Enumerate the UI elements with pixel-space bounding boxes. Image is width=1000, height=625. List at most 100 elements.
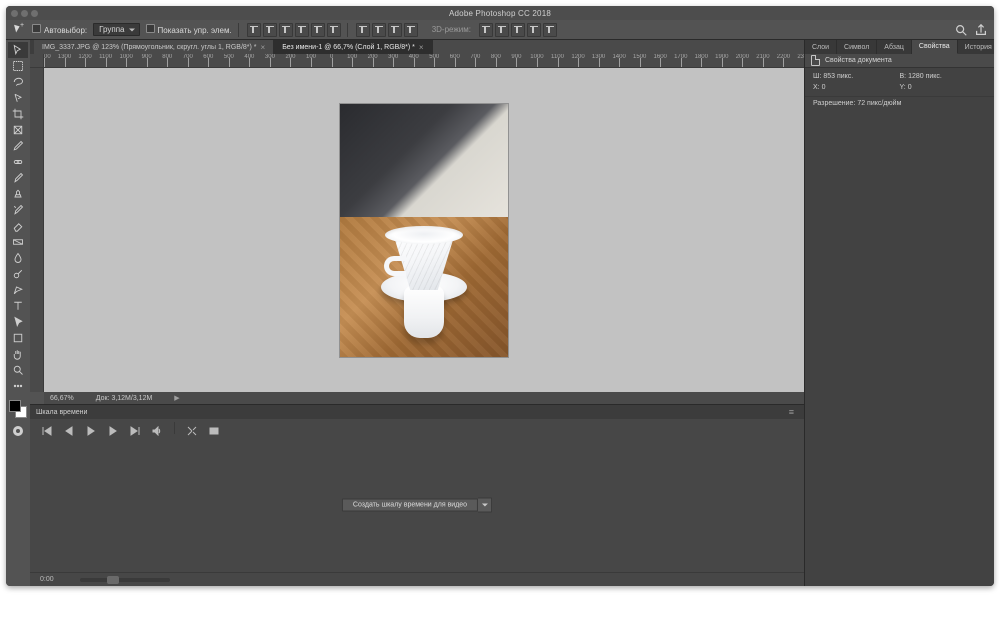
tab-history[interactable]: История: [958, 40, 994, 54]
mode3d-5[interactable]: [543, 23, 557, 37]
align-more-button[interactable]: [404, 23, 418, 37]
move-tool-icon: [12, 23, 26, 37]
tool-crop[interactable]: [8, 106, 28, 122]
distribute-1[interactable]: [356, 23, 370, 37]
right-panel: Слои Символ Абзац Свойства История Канал…: [804, 40, 994, 586]
tab-paragraph[interactable]: Абзац: [877, 40, 912, 54]
timeline-header: Шкала времени ≡: [30, 405, 804, 419]
minimize-window-button[interactable]: [21, 10, 28, 17]
timeline-zoom-out-icon[interactable]: [60, 576, 68, 584]
align-right-button[interactable]: [327, 23, 341, 37]
tool-blur[interactable]: [8, 250, 28, 266]
prop-width[interactable]: Ш: 853 пикс.: [813, 73, 900, 80]
titlebar: Adobe Photoshop CC 2018: [6, 6, 994, 20]
quick-mask-toggle[interactable]: [11, 424, 25, 438]
close-tab-icon[interactable]: ×: [419, 43, 424, 52]
image-background: [340, 104, 508, 218]
align-hcenter-button[interactable]: [311, 23, 325, 37]
tool-spot-heal[interactable]: [8, 154, 28, 170]
mode3d-4[interactable]: [527, 23, 541, 37]
search-button[interactable]: [954, 23, 968, 37]
tool-brush[interactable]: [8, 170, 28, 186]
tool-clone-stamp[interactable]: [8, 186, 28, 202]
maximize-window-button[interactable]: [31, 10, 38, 17]
document-resolution[interactable]: Разрешение: 72 пикс/дюйм: [805, 96, 994, 113]
audio-toggle-button[interactable]: [152, 423, 162, 433]
tab-layers[interactable]: Слои: [805, 40, 837, 54]
tool-quick-select[interactable]: [8, 90, 28, 106]
zoom-level[interactable]: 66,67%: [50, 395, 74, 402]
prop-y[interactable]: Y: 0: [900, 84, 987, 91]
tool-history-brush[interactable]: [8, 202, 28, 218]
timeline-body[interactable]: Создать шкалу времени для видео: [30, 437, 804, 572]
mode3d-1[interactable]: [479, 23, 493, 37]
create-timeline-dropdown[interactable]: [478, 497, 492, 512]
prev-frame-button[interactable]: [64, 423, 74, 433]
first-frame-button[interactable]: [42, 423, 52, 433]
tool-lasso[interactable]: [8, 74, 28, 90]
align-top-button[interactable]: [247, 23, 261, 37]
tool-edit-toolbar[interactable]: [8, 378, 28, 394]
doc-size[interactable]: Док: 3,12M/3,12M: [96, 395, 153, 402]
align-bottom-button[interactable]: [279, 23, 293, 37]
document-tab[interactable]: Без имени-1 @ 66,7% (Слой 1, RGB/8*) * ×: [274, 40, 432, 54]
divider: [238, 23, 239, 37]
canvas-area: 1400130012001100100090080070060050040030…: [30, 54, 804, 404]
canvas-viewport[interactable]: [44, 68, 804, 392]
distribute-3[interactable]: [388, 23, 402, 37]
create-video-timeline-button[interactable]: Создать шкалу времени для видео: [342, 498, 478, 511]
split-clip-button[interactable]: [187, 423, 197, 433]
tool-frame[interactable]: [8, 122, 28, 138]
transition-button[interactable]: [209, 423, 219, 433]
search-icon: [954, 23, 968, 37]
tool-pen[interactable]: [8, 282, 28, 298]
tool-eraser[interactable]: [8, 218, 28, 234]
timeline-title: Шкала времени: [36, 409, 87, 416]
auto-select-mode-dropdown[interactable]: Группа: [93, 23, 139, 36]
ruler-horizontal[interactable]: 1400130012001100100090080070060050040030…: [44, 54, 804, 68]
panel-menu-icon[interactable]: ≡: [785, 407, 798, 417]
slider-handle[interactable]: [107, 576, 119, 584]
prop-x[interactable]: X: 0: [813, 84, 900, 91]
canvas-image[interactable]: [340, 104, 508, 357]
close-tab-icon[interactable]: ×: [261, 43, 266, 52]
tool-shape[interactable]: [8, 330, 28, 346]
tool-gradient[interactable]: [8, 234, 28, 250]
align-vcenter-button[interactable]: [263, 23, 277, 37]
distribute-2[interactable]: [372, 23, 386, 37]
timeline-zoom-in-icon[interactable]: [176, 576, 184, 584]
auto-select-checkbox[interactable]: Автовыбор:: [32, 24, 87, 35]
tab-character[interactable]: Символ: [837, 40, 877, 54]
document-tab-label: IMG_3337.JPG @ 123% (Прямоугольник, скру…: [42, 44, 257, 51]
create-timeline-cta: Создать шкалу времени для видео: [342, 497, 492, 512]
tool-path-select[interactable]: [8, 314, 28, 330]
tool-move[interactable]: [8, 42, 28, 58]
mode3d-3[interactable]: [511, 23, 525, 37]
app-title: Adobe Photoshop CC 2018: [6, 9, 994, 18]
ruler-vertical[interactable]: [30, 68, 44, 392]
foreground-color-swatch[interactable]: [9, 400, 21, 412]
align-left-button[interactable]: [295, 23, 309, 37]
tool-eyedropper[interactable]: [8, 138, 28, 154]
close-window-button[interactable]: [11, 10, 18, 17]
timeline-zoom-slider[interactable]: [80, 578, 170, 582]
share-button[interactable]: [974, 23, 988, 37]
prop-height[interactable]: В: 1280 пикс.: [900, 73, 987, 80]
tool-type[interactable]: [8, 298, 28, 314]
document-tab[interactable]: IMG_3337.JPG @ 123% (Прямоугольник, скру…: [34, 40, 274, 54]
last-frame-button[interactable]: [130, 423, 140, 433]
tool-dodge[interactable]: [8, 266, 28, 282]
tool-marquee[interactable]: [8, 58, 28, 74]
status-more-icon[interactable]: ▶: [174, 394, 179, 402]
color-swatches[interactable]: [9, 400, 27, 418]
tool-hand[interactable]: [8, 346, 28, 362]
play-button[interactable]: [86, 423, 96, 433]
properties-section-header: Свойства документа: [805, 54, 994, 68]
mode3d-2[interactable]: [495, 23, 509, 37]
ruler-origin[interactable]: [30, 54, 44, 68]
show-transform-checkbox[interactable]: Показать упр. элем.: [146, 24, 232, 35]
next-frame-button[interactable]: [108, 423, 118, 433]
tool-zoom[interactable]: [8, 362, 28, 378]
timeline-controls: [30, 419, 804, 437]
tab-properties[interactable]: Свойства: [912, 40, 958, 54]
